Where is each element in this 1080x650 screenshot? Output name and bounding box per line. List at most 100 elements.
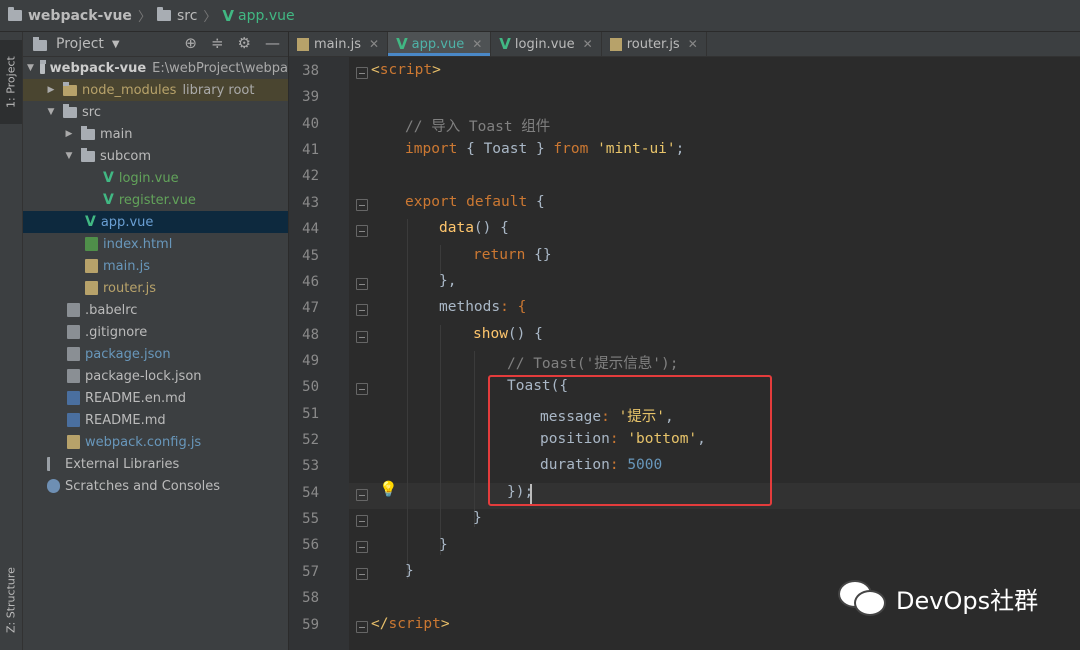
code-line: export default { (405, 194, 545, 210)
tree-item-router-js[interactable]: router.js (23, 277, 288, 299)
folder-icon (39, 59, 46, 74)
indent-guide (440, 325, 441, 555)
line-number: 39 (302, 89, 319, 105)
chevron-down-icon[interactable]: ▼ (45, 107, 57, 117)
code-line: </script> (371, 616, 450, 632)
code-line: // Toast('提示信息'); (507, 356, 679, 372)
tree-item-main[interactable]: ▶ main (23, 123, 288, 145)
tree-item-readme-en-md[interactable]: README.en.md (23, 387, 288, 409)
wechat-logo-icon (838, 580, 888, 616)
project-tool-tab[interactable]: 1: Project (0, 40, 22, 124)
line-number: 58 (302, 590, 319, 606)
chevron-down-icon[interactable]: ▼ (63, 151, 75, 161)
line-number: 56 (302, 537, 319, 553)
tab-login-vue[interactable]: V login.vue ✕ (491, 32, 602, 56)
indent-guide (407, 219, 408, 579)
line-number: 54 (302, 485, 319, 501)
project-panel-header: Project ▼ ⊕ ≑ ⚙ — (23, 32, 288, 57)
folder-icon (63, 81, 77, 96)
chevron-right-icon[interactable]: ▶ (63, 129, 75, 139)
line-number: 52 (302, 432, 319, 448)
collapse-all-icon[interactable]: ≑ (211, 34, 224, 52)
close-icon[interactable]: ✕ (369, 37, 379, 51)
markdown-file-icon (67, 391, 80, 405)
line-number: 45 (302, 248, 319, 264)
vue-file-icon: V (222, 6, 235, 25)
fold-marker-icon[interactable] (356, 304, 368, 316)
code-line: } (439, 537, 448, 553)
project-view-selector[interactable]: Project (56, 36, 104, 52)
tree-item-index-html[interactable]: index.html (23, 233, 288, 255)
lightbulb-icon[interactable]: 💡 (379, 480, 398, 498)
minimize-icon[interactable]: — (265, 34, 280, 52)
fold-marker-icon[interactable] (356, 541, 368, 553)
close-icon[interactable]: ✕ (472, 37, 482, 51)
tree-item-scratches[interactable]: Scratches and Consoles (23, 475, 288, 497)
chevron-down-icon[interactable]: ▼ (27, 63, 34, 73)
close-icon[interactable]: ✕ (688, 37, 698, 51)
tree-item-package-lock-json[interactable]: package-lock.json (23, 365, 288, 387)
tree-item-webpack-config-js[interactable]: webpack.config.js (23, 431, 288, 453)
fold-marker-icon[interactable] (356, 67, 368, 79)
fold-marker-icon[interactable] (356, 621, 368, 633)
folder-icon (81, 125, 95, 140)
tree-item-node-modules[interactable]: ▶ node_modules library root (23, 79, 288, 101)
file-icon (67, 325, 80, 339)
line-number: 40 (302, 116, 319, 132)
tree-item-babelrc[interactable]: .babelrc (23, 299, 288, 321)
tab-router-js[interactable]: router.js ✕ (602, 32, 707, 56)
line-number: 49 (302, 353, 319, 369)
tree-item-readme-md[interactable]: README.md (23, 409, 288, 431)
line-number: 53 (302, 458, 319, 474)
line-number: 42 (302, 168, 319, 184)
tree-item-root[interactable]: ▼ webpack-vue E:\webProject\webpa (23, 57, 288, 79)
tree-item-login-vue[interactable]: V login.vue (23, 167, 288, 189)
js-file-icon (297, 37, 309, 51)
tab-main-js[interactable]: main.js ✕ (289, 32, 389, 56)
line-number: 46 (302, 274, 319, 290)
locate-icon[interactable]: ⊕ (184, 34, 197, 52)
tree-item-gitignore[interactable]: .gitignore (23, 321, 288, 343)
fold-marker-icon[interactable] (356, 331, 368, 343)
tree-item-package-json[interactable]: package.json (23, 343, 288, 365)
library-icon (47, 457, 60, 471)
code-line: show() { (473, 326, 543, 342)
fold-marker-icon[interactable] (356, 568, 368, 580)
tree-item-register-vue[interactable]: V register.vue (23, 189, 288, 211)
breadcrumb-project[interactable]: webpack-vue (8, 7, 132, 24)
code-line: <script> (371, 62, 441, 78)
code-editor[interactable]: 38 39 40 41 42 43 44 45 46 47 48 49 50 5… (289, 57, 1080, 650)
tree-item-subcom[interactable]: ▼ subcom (23, 145, 288, 167)
structure-tool-tab[interactable]: Z: Structure (0, 552, 22, 648)
folder-icon (33, 36, 47, 51)
js-file-icon (85, 281, 98, 295)
vue-file-icon: V (103, 170, 114, 186)
fold-marker-icon[interactable] (356, 278, 368, 290)
breadcrumb-folder[interactable]: src (156, 7, 197, 24)
fold-marker-icon[interactable] (356, 225, 368, 237)
line-number: 44 (302, 221, 319, 237)
config-file-icon (67, 303, 80, 317)
tree-item-main-js[interactable]: main.js (23, 255, 288, 277)
fold-marker-icon[interactable] (356, 489, 368, 501)
close-icon[interactable]: ✕ (583, 37, 593, 51)
line-number: 55 (302, 511, 319, 527)
project-panel: Project ▼ ⊕ ≑ ⚙ — ▼ webpack-vue E:\webPr… (23, 32, 288, 650)
html-file-icon (85, 237, 98, 251)
line-number: 48 (302, 327, 319, 343)
code-line: data() { (439, 220, 509, 236)
tree-item-app-vue[interactable]: V app.vue (23, 211, 288, 233)
tab-app-vue[interactable]: V app.vue ✕ (388, 32, 492, 56)
breadcrumb-file[interactable]: V app.vue (222, 7, 294, 25)
tree-item-external-libraries[interactable]: External Libraries (23, 453, 288, 475)
editor-tabs: main.js ✕ V app.vue ✕ V login.vue ✕ rout… (289, 32, 1080, 57)
dropdown-caret-icon[interactable]: ▼ (112, 39, 120, 50)
gear-icon[interactable]: ⚙ (238, 34, 251, 52)
chevron-right-icon[interactable]: ▶ (45, 85, 57, 95)
fold-marker-icon[interactable] (356, 383, 368, 395)
fold-marker-icon[interactable] (356, 199, 368, 211)
vue-file-icon: V (85, 214, 96, 230)
fold-marker-icon[interactable] (356, 515, 368, 527)
line-number: 59 (302, 617, 319, 633)
tree-item-src[interactable]: ▼ src (23, 101, 288, 123)
